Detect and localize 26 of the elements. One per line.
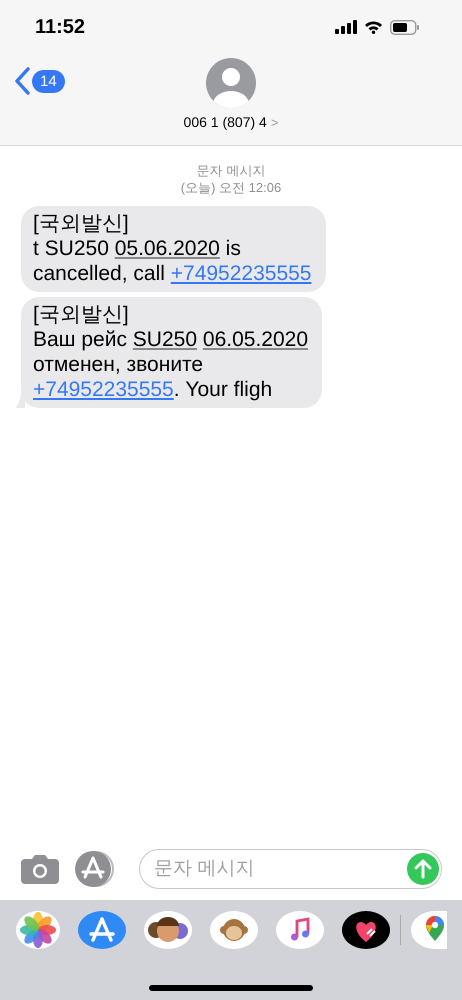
wifi-icon: [364, 20, 383, 34]
back-chevron-icon: [14, 67, 30, 95]
app-store-icon[interactable]: [78, 911, 126, 949]
timestamp: (오늘) 오전 12:06: [180, 179, 282, 196]
message-input-field[interactable]: 문자 메시지: [139, 849, 442, 889]
camera-icon[interactable]: [21, 854, 59, 884]
detected-data-link[interactable]: 05.06.2020: [114, 237, 220, 260]
message-text: [국외발신] t SU250 05.06.2020 is cancelled, call +74952235555: [33, 212, 312, 285]
status-time: 11:52: [35, 16, 86, 38]
send-icon[interactable]: [407, 853, 439, 885]
photos-icon[interactable]: [16, 911, 60, 949]
message-text: [국외발신] Ваш рейс SU250 06.05.2020 отменен, звоните +74952235555. Your fligh: [33, 303, 308, 401]
back-button[interactable]: 14: [14, 67, 65, 95]
avatar-icon[interactable]: [206, 58, 256, 108]
thread-label: 문자 메시지: [196, 162, 266, 179]
signal-icon: [335, 20, 357, 34]
battery-icon: [390, 20, 420, 34]
unread-count-badge: 14: [32, 70, 65, 92]
contact-name[interactable]: 006 1 (807) 4 >: [184, 114, 278, 130]
detected-data-link[interactable]: 06.05.2020: [202, 328, 308, 351]
figures-icon[interactable]: [144, 911, 192, 949]
music-note-icon[interactable]: [276, 911, 324, 949]
detected-data-link[interactable]: SU250: [132, 328, 198, 351]
figure-icon[interactable]: [210, 911, 258, 949]
map-pin-icon[interactable]: [411, 911, 447, 949]
app-store-icon[interactable]: [73, 851, 117, 887]
